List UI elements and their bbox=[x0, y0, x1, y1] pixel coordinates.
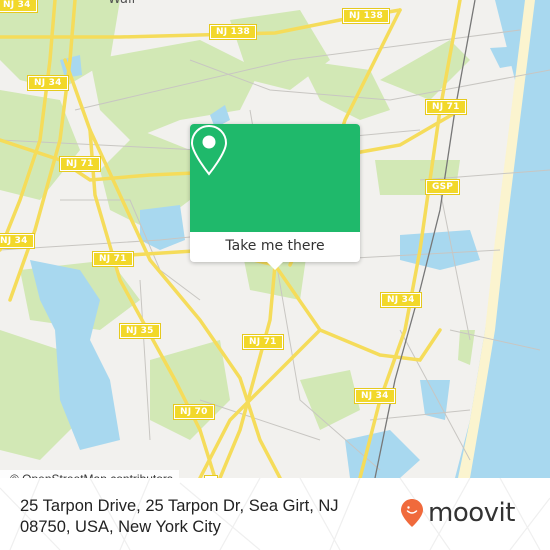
road-label-nj138: NJ 138 bbox=[341, 8, 391, 24]
road-label-nj138: NJ 138 bbox=[208, 24, 258, 40]
road-label-nj71: NJ 34 bbox=[354, 388, 396, 404]
popup-header bbox=[190, 124, 360, 232]
location-pin-icon bbox=[190, 124, 228, 176]
road-label-nj34: NJ 35 bbox=[119, 323, 161, 339]
road-label-nj35: NJ 71 bbox=[242, 334, 284, 350]
footer: 25 Tarpon Drive, 25 Tarpon Dr, Sea Girt,… bbox=[0, 478, 550, 550]
road-label-nj34: NJ 71 bbox=[59, 156, 101, 172]
road-label-nj34: NJ 34 bbox=[27, 75, 69, 91]
destination-popup: Take me there bbox=[190, 124, 360, 270]
road-label-gsp: NJ 34 bbox=[0, 233, 35, 249]
moovit-wordmark: moovit bbox=[428, 498, 515, 528]
road-label-nj71: NJ 34 bbox=[380, 292, 422, 308]
moovit-logo[interactable]: moovit bbox=[400, 498, 515, 528]
destination-address: 25 Tarpon Drive, 25 Tarpon Dr, Sea Girt,… bbox=[20, 497, 339, 536]
road-label-nj71: NJ 71 bbox=[425, 99, 467, 115]
road-label-nj34: NJ 34 bbox=[0, 0, 38, 13]
take-me-there-button[interactable]: Take me there bbox=[190, 232, 360, 262]
popup-pointer bbox=[267, 262, 283, 270]
moovit-pin-icon bbox=[401, 499, 423, 527]
road-label-nj34: NJ 70 bbox=[173, 404, 215, 420]
road-label-nj71: GSP bbox=[424, 179, 461, 195]
map-view[interactable]: Wall NJ 34 NJ 138 NJ 138 NJ 34 NJ 71 NJ … bbox=[0, 0, 550, 478]
road-label-nj34: NJ 71 bbox=[92, 251, 134, 267]
place-label-wall: Wall bbox=[108, 0, 135, 7]
